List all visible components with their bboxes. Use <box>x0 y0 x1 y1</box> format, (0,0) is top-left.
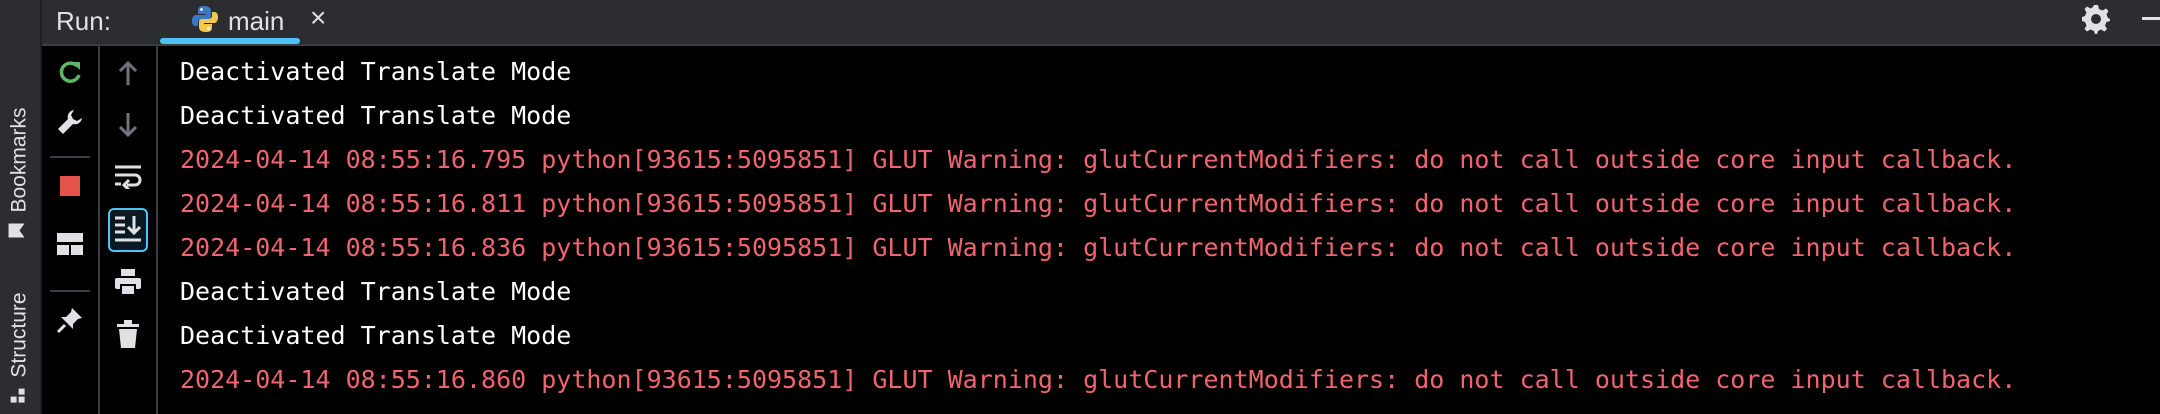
previous-occurrence-button[interactable] <box>108 56 148 96</box>
soft-wrap-button[interactable] <box>108 158 148 198</box>
bookmarks-tab[interactable]: Bookmarks <box>0 88 40 258</box>
clear-all-button[interactable] <box>108 316 148 356</box>
minimize-icon[interactable] <box>2142 17 2160 20</box>
console-output[interactable]: Deactivated Translate Mode Deactivated Tr… <box>180 50 2160 414</box>
bookmark-icon <box>8 223 32 239</box>
toolbar-separator <box>50 290 90 292</box>
print-button[interactable] <box>108 264 148 304</box>
console-output-line: Deactivated Translate Mode <box>180 321 572 350</box>
console-output-line: Deactivated Translate Mode <box>180 277 572 306</box>
stop-button[interactable] <box>50 168 90 208</box>
console-warning-line: 2024-04-14 08:55:16.860 python[93615:509… <box>180 365 2017 394</box>
gear-icon[interactable] <box>2080 3 2112 40</box>
structure-icon <box>8 388 32 404</box>
console-output-line: Deactivated Translate Mode <box>180 101 572 130</box>
pin-tab-button[interactable] <box>50 302 90 342</box>
run-tool-window-header: Run: main × <box>42 0 2160 46</box>
bookmarks-tab-label: Bookmarks <box>8 107 31 213</box>
active-tab-indicator <box>160 38 300 44</box>
next-occurrence-button[interactable] <box>108 106 148 146</box>
console-output-line: Deactivated Translate Mode <box>180 57 572 86</box>
toolbar-separator <box>50 156 90 158</box>
scroll-to-end-button[interactable] <box>108 208 148 252</box>
python-icon <box>190 4 220 39</box>
scroll-to-end-icon <box>113 213 143 248</box>
arrow-up-icon <box>116 60 140 93</box>
print-icon <box>113 267 143 302</box>
soft-wrap-icon <box>113 163 143 194</box>
console-warning-line: 2024-04-14 08:55:16.836 python[93615:509… <box>180 233 2017 262</box>
wrench-icon <box>56 108 84 141</box>
arrow-down-icon <box>116 110 140 143</box>
close-icon[interactable]: × <box>310 2 326 34</box>
stop-icon <box>58 174 82 203</box>
trash-icon <box>115 319 141 354</box>
left-tool-strip: Bookmarks Structure <box>0 0 42 414</box>
console-warning-line: 2024-04-14 08:55:16.795 python[93615:509… <box>180 145 2017 174</box>
pin-icon <box>56 306 84 339</box>
rerun-icon <box>55 57 85 92</box>
modify-run-configuration-button[interactable] <box>50 104 90 144</box>
run-toolbar-primary <box>42 46 100 414</box>
layout-button[interactable] <box>50 226 90 266</box>
structure-tab-label: Structure <box>8 292 32 378</box>
tab-main-label: main <box>228 6 285 36</box>
layout-icon <box>56 232 84 261</box>
run-label: Run: <box>56 6 111 36</box>
console-warning-line: 2024-04-14 08:55:16.811 python[93615:509… <box>180 189 2017 218</box>
rerun-button[interactable] <box>50 54 90 94</box>
structure-tab[interactable]: Structure <box>0 282 40 414</box>
run-toolbar-secondary <box>100 46 158 414</box>
